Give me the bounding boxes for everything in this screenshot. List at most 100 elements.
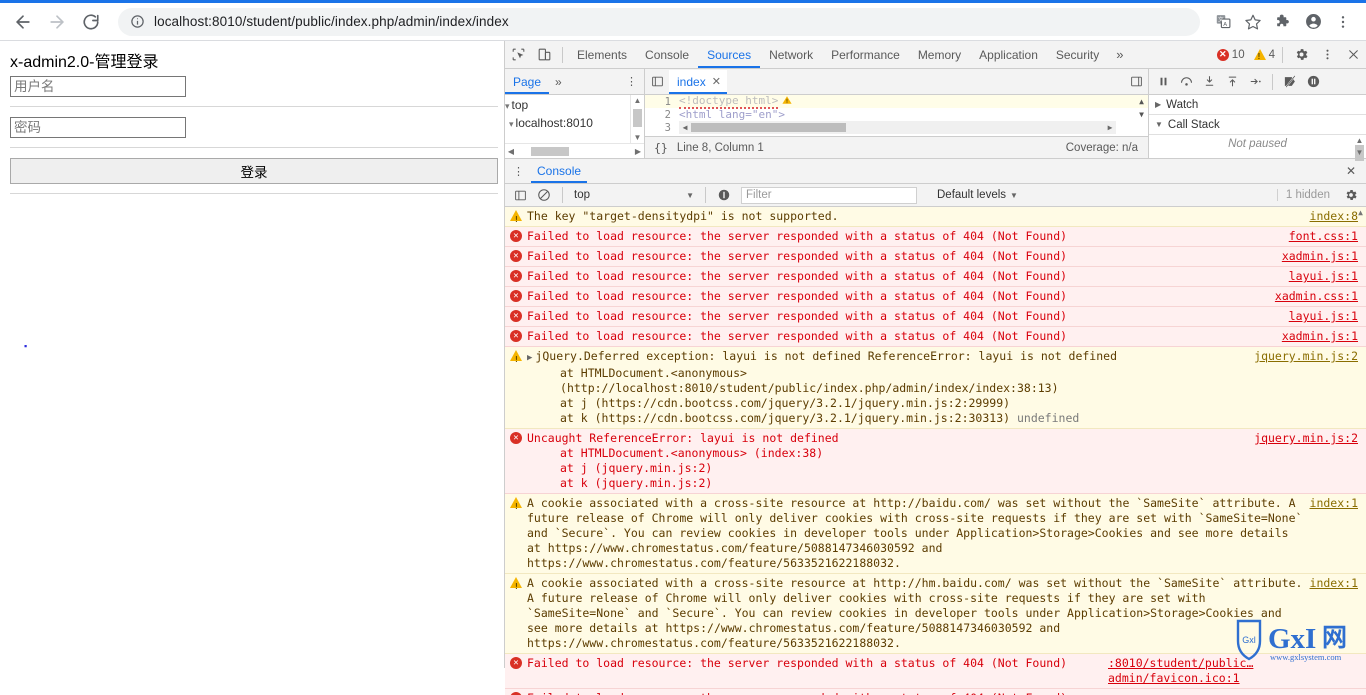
- drawer-menu-icon[interactable]: ⋮: [505, 165, 531, 178]
- clear-console-icon[interactable]: [533, 184, 555, 206]
- console-message[interactable]: ✕ Failed to load resource: the server re…: [505, 327, 1366, 347]
- warning-count-badge[interactable]: 4: [1252, 49, 1277, 61]
- deactivate-breakpoints-icon[interactable]: [1279, 71, 1301, 93]
- stack-link[interactable]: https://cdn.bootcss.com/jquery/3.2.1/jqu…: [602, 411, 1004, 425]
- step-into-icon[interactable]: [1198, 71, 1220, 93]
- star-icon[interactable]: [1238, 7, 1268, 37]
- close-icon[interactable]: ✕: [712, 70, 721, 94]
- cookie-origin-link[interactable]: http://baidu.com/: [873, 496, 991, 510]
- console-message[interactable]: ✕ Failed to load resource: the server re…: [505, 267, 1366, 287]
- console-message-source[interactable]: :8010/student/public…admin/favicon.ico:1: [1108, 656, 1366, 686]
- scrollbar-thumb[interactable]: [531, 147, 569, 156]
- console-message[interactable]: ✕ Failed to load resource: the server re…: [505, 247, 1366, 267]
- close-drawer-icon[interactable]: ✕: [1336, 164, 1366, 178]
- account-icon[interactable]: [1298, 7, 1328, 37]
- code-editor[interactable]: 1 <!doctype html> 2 <html lang="en"> 3 ◀…: [645, 95, 1148, 136]
- scroll-up-icon[interactable]: ▲: [1355, 207, 1366, 218]
- stack-link[interactable]: index:38: [761, 446, 816, 460]
- tab-console[interactable]: Console: [636, 42, 698, 68]
- console-message-source[interactable]: jquery.min.js:2: [1254, 431, 1366, 446]
- navigator-menu-icon[interactable]: ⋮: [619, 75, 644, 88]
- scrollbar-thumb[interactable]: [691, 123, 846, 132]
- console-message[interactable]: ✕ Failed to load resource: the server re…: [505, 689, 1366, 695]
- tree-item-host[interactable]: ▾ localhost:8010: [505, 115, 644, 133]
- tab-elements[interactable]: Elements: [568, 42, 636, 68]
- scroll-up-icon[interactable]: ▲: [631, 95, 644, 106]
- editor-tab-index[interactable]: index ✕: [669, 69, 727, 94]
- navigator-vertical-scrollbar[interactable]: ▲ ▼: [630, 95, 644, 143]
- stack-link[interactable]: http://localhost:8010/student/public/ind…: [567, 381, 1052, 395]
- console-vertical-scrollbar[interactable]: ▲: [1355, 207, 1366, 695]
- more-tabs-icon[interactable]: »: [1108, 47, 1131, 62]
- drawer-tab-console[interactable]: Console: [531, 159, 587, 183]
- inspect-element-icon[interactable]: [505, 42, 531, 67]
- watch-section-header[interactable]: ▶ Watch: [1149, 95, 1366, 115]
- tree-item-top[interactable]: ▾ top: [505, 97, 644, 115]
- tab-performance[interactable]: Performance: [822, 42, 909, 68]
- back-icon[interactable]: [6, 5, 40, 39]
- chromestatus-link[interactable]: https://www.chromestatus.com/feature/563…: [527, 636, 894, 650]
- scroll-left-icon[interactable]: ◀: [505, 147, 517, 156]
- expand-icon[interactable]: ▶: [527, 353, 532, 363]
- translate-icon[interactable]: 文 A: [1208, 7, 1238, 37]
- console-message[interactable]: A cookie associated with a cross-site re…: [505, 494, 1366, 574]
- error-count-badge[interactable]: ✕ 10: [1215, 48, 1247, 61]
- pretty-print-icon[interactable]: {}: [645, 141, 677, 155]
- chromestatus-link[interactable]: https://www.chromestatus.com/feature/508…: [548, 541, 915, 555]
- username-input[interactable]: [10, 76, 186, 97]
- step-over-icon[interactable]: [1175, 71, 1197, 93]
- stack-link[interactable]: jquery.min.js:2: [602, 476, 706, 490]
- stack-link[interactable]: jquery.min.js:2: [602, 461, 706, 475]
- scroll-right-icon[interactable]: ▶: [632, 147, 644, 156]
- chromestatus-link[interactable]: https://www.chromestatus.com/feature/508…: [665, 621, 1032, 635]
- console-message[interactable]: ✕ Failed to load resource: the server re…: [505, 654, 1366, 689]
- scroll-down-icon[interactable]: ▼: [1353, 147, 1366, 158]
- close-devtools-icon[interactable]: [1340, 42, 1366, 67]
- editor-horizontal-scrollbar[interactable]: ◀ ▶: [679, 121, 1116, 134]
- scroll-left-icon[interactable]: ◀: [679, 123, 691, 132]
- scrollbar-thumb[interactable]: [633, 109, 642, 127]
- console-context-select[interactable]: top ▼: [570, 186, 698, 204]
- scroll-right-icon[interactable]: ▶: [1104, 123, 1116, 132]
- navigator-tab-page[interactable]: Page: [505, 70, 549, 94]
- pause-icon[interactable]: [1152, 71, 1174, 93]
- step-out-icon[interactable]: [1221, 71, 1243, 93]
- editor-vertical-scrollbar[interactable]: ▲ ▼: [1135, 95, 1148, 136]
- console-sidebar-icon[interactable]: [509, 184, 531, 206]
- live-expression-icon[interactable]: [713, 184, 735, 206]
- site-info-icon[interactable]: [130, 14, 145, 29]
- navigator-tree[interactable]: ▾ top ▾ localhost:8010 ▲ ▼: [505, 95, 644, 143]
- scroll-up-icon[interactable]: ▲: [1135, 95, 1148, 108]
- reload-icon[interactable]: [74, 5, 108, 39]
- login-button[interactable]: 登录: [10, 158, 498, 184]
- show-navigator-icon[interactable]: [645, 75, 669, 88]
- console-message-source[interactable]: xadmin.js:1: [1282, 249, 1366, 264]
- show-debugger-icon[interactable]: [1124, 75, 1148, 88]
- navigator-more-icon[interactable]: »: [549, 75, 568, 89]
- navigator-horizontal-scrollbar[interactable]: ◀ ▶: [505, 143, 644, 158]
- console-message[interactable]: ▶jQuery.Deferred exception: layui is not…: [505, 347, 1366, 429]
- pause-on-exceptions-icon[interactable]: [1302, 71, 1324, 93]
- address-bar[interactable]: localhost:8010/student/public/index.php/…: [118, 7, 1200, 36]
- puzzle-icon[interactable]: [1268, 7, 1298, 37]
- chromestatus-link[interactable]: https://www.chromestatus.com/feature/563…: [527, 556, 894, 570]
- console-message[interactable]: ✕ Uncaught ReferenceError: layui is not …: [505, 429, 1366, 494]
- console-message-source[interactable]: xadmin.css:1: [1275, 289, 1366, 304]
- kebab-menu-icon[interactable]: [1328, 7, 1358, 37]
- console-log[interactable]: The key "target-densitydpi" is not suppo…: [505, 207, 1366, 695]
- gear-icon[interactable]: [1288, 42, 1314, 67]
- console-message-source[interactable]: jquery.min.js:2: [1254, 349, 1366, 364]
- password-input[interactable]: [10, 117, 186, 138]
- step-icon[interactable]: [1244, 71, 1266, 93]
- call-stack-section-header[interactable]: ▼ Call Stack: [1149, 115, 1366, 135]
- scroll-down-icon[interactable]: ▼: [1135, 108, 1148, 121]
- devtools-menu-icon[interactable]: [1314, 42, 1340, 67]
- console-settings-gear-icon[interactable]: [1340, 184, 1362, 206]
- tab-security[interactable]: Security: [1047, 42, 1108, 68]
- device-toolbar-icon[interactable]: [531, 42, 557, 67]
- console-levels-select[interactable]: Default levels ▼: [937, 189, 1018, 201]
- tab-network[interactable]: Network: [760, 42, 822, 68]
- console-message-source[interactable]: xadmin.js:1: [1282, 329, 1366, 344]
- console-message[interactable]: A cookie associated with a cross-site re…: [505, 574, 1366, 654]
- stack-link[interactable]: https://cdn.bootcss.com/jquery/3.2.1/jqu…: [602, 396, 1004, 410]
